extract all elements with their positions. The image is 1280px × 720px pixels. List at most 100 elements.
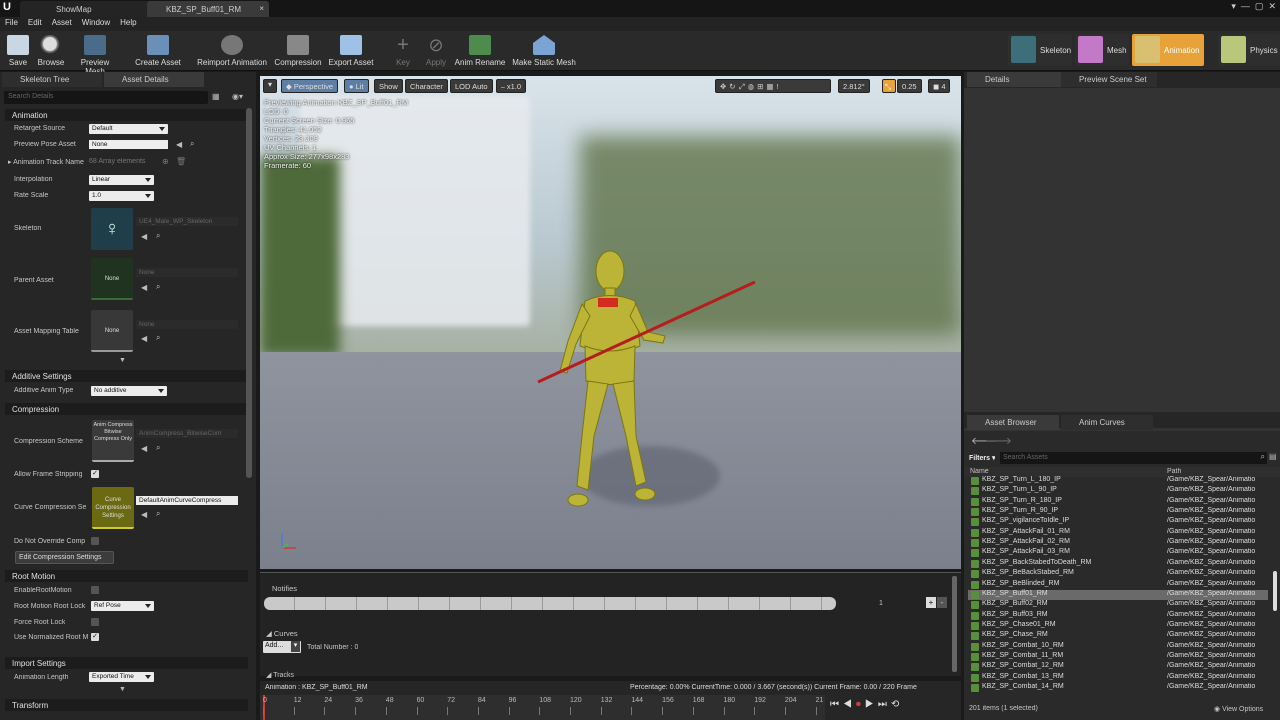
compression-scheme-thumbnail[interactable]: Anim Compress Bitwise Compress Only: [92, 420, 134, 462]
lit-button[interactable]: ● Lit: [344, 79, 369, 93]
arrow-left-icon[interactable]: ◀: [141, 334, 147, 343]
camera-speed-button[interactable]: ◼ 4: [928, 79, 951, 93]
asset-list-item[interactable]: KBZ_SP_Chase01_RM/Game/KBZ_Spear/Animati…: [968, 621, 1268, 631]
asset-list-item[interactable]: KBZ_SP_Buff02_RM/Game/KBZ_Spear/Animatio: [968, 600, 1268, 610]
transform-tools[interactable]: ✥↻⤢◍⊞▦!: [715, 79, 831, 93]
search-icon[interactable]: ⌕: [156, 282, 160, 292]
snap-value[interactable]: 0.25: [897, 79, 922, 93]
curve-compression-picker[interactable]: DefaultAnimCurveCompress: [136, 496, 238, 505]
timeline-scrollbar[interactable]: [952, 576, 957, 672]
section-import[interactable]: Import Settings: [5, 657, 248, 669]
section-additive[interactable]: Additive Settings: [5, 370, 248, 382]
scrub-bar[interactable]: 0 12 24 36 48 60 72 84 96 108 120 132 144 156 168 180 19…: [260, 695, 825, 720]
arrow-left-icon[interactable]: ◀: [141, 283, 147, 292]
first-frame-icon[interactable]: ⏮: [830, 699, 843, 710]
search-icon[interactable]: ⌕: [156, 333, 160, 343]
menu-asset[interactable]: Asset: [47, 17, 77, 28]
search-icon[interactable]: ⌕: [156, 231, 160, 241]
parent-asset-picker[interactable]: None: [136, 268, 238, 277]
eye-icon[interactable]: ◉▾: [232, 92, 243, 101]
asset-list-item[interactable]: KBZ_SP_Combat_11_RM/Game/KBZ_Spear/Anima…: [968, 652, 1268, 662]
retarget-source-dropdown[interactable]: Default: [89, 124, 168, 134]
enable-root-motion-checkbox[interactable]: [91, 586, 99, 594]
asset-list-item[interactable]: KBZ_SP_Turn_L_180_IP/Game/KBZ_Spear/Anim…: [968, 476, 1268, 486]
tab-animation-editor[interactable]: KBZ_SP_Buff01_RM ×: [147, 1, 269, 17]
viewport-menu-button[interactable]: ▾: [263, 79, 277, 93]
filters-button[interactable]: Filters ▾: [969, 454, 995, 462]
mapping-table-picker[interactable]: None: [136, 320, 238, 329]
close-icon[interactable]: ×: [259, 4, 264, 13]
asset-list-scrollbar[interactable]: [1273, 571, 1277, 611]
show-button[interactable]: Show: [374, 79, 403, 93]
perspective-button[interactable]: ◆ Perspective: [281, 79, 339, 93]
compression-button[interactable]: Compression: [273, 33, 323, 67]
preview-pose-dropdown[interactable]: None: [89, 140, 168, 149]
notification-icon[interactable]: ▾: [1231, 1, 1236, 11]
asset-list-item[interactable]: KBZ_SP_AttackFail_02_RM/Game/KBZ_Spear/A…: [968, 538, 1268, 548]
normalized-root-checkbox[interactable]: ✓: [91, 633, 99, 641]
search-details-input[interactable]: Search Details: [4, 91, 208, 104]
character-button[interactable]: Character: [405, 79, 448, 93]
asset-list-item[interactable]: KBZ_SP_AttackFail_01_RM/Game/KBZ_Spear/A…: [968, 528, 1268, 538]
mode-skeleton[interactable]: Skeleton: [1008, 34, 1072, 66]
next-frame-icon[interactable]: ⏭: [878, 699, 891, 710]
view-options-button[interactable]: ◉ View Options: [1214, 705, 1263, 713]
mode-animation[interactable]: Animation: [1132, 34, 1204, 66]
key-button[interactable]: + Key: [390, 33, 416, 67]
asset-list-item[interactable]: KBZ_SP_Turn_R_90_IP/Game/KBZ_Spear/Anima…: [968, 507, 1268, 517]
lod-button[interactable]: LOD Auto: [450, 79, 493, 93]
loop-icon[interactable]: ⟲: [891, 699, 903, 710]
animation-length-dropdown[interactable]: Exported Time: [89, 672, 154, 682]
arrow-left-icon[interactable]: ◀: [141, 444, 147, 453]
expand-arrow-icon[interactable]: ▼: [119, 357, 126, 364]
viewport[interactable]: ▾ ◆ Perspective ● Lit Show Character LOD…: [260, 76, 961, 569]
expand-arrow-icon[interactable]: ▼: [119, 686, 126, 693]
rate-scale-input[interactable]: 1.0: [89, 191, 154, 201]
minimize-icon[interactable]: —: [1241, 1, 1250, 11]
edit-compression-button[interactable]: Edit Compression Settings: [15, 551, 114, 564]
asset-list-item[interactable]: KBZ_SP_Combat_10_RM/Game/KBZ_Spear/Anima…: [968, 642, 1268, 652]
remove-track-icon[interactable]: -: [937, 597, 947, 608]
asset-list-item[interactable]: KBZ_SP_BeBackStabed_RM/Game/KBZ_Spear/An…: [968, 569, 1268, 579]
add-icon[interactable]: ⊕: [162, 157, 169, 166]
tab-preview-scene[interactable]: Preview Scene Set: [1061, 72, 1157, 87]
column-name[interactable]: Name: [970, 468, 989, 475]
search-icon[interactable]: ⌕: [156, 509, 160, 519]
tab-skeleton-tree[interactable]: Skeleton Tree: [2, 72, 102, 87]
menu-help[interactable]: Help: [115, 17, 141, 28]
asset-list-item[interactable]: KBZ_SP_Combat_13_RM/Game/KBZ_Spear/Anima…: [968, 673, 1268, 683]
section-transform[interactable]: Transform: [5, 699, 248, 711]
asset-list-item[interactable]: KBZ_SP_Buff03_RM/Game/KBZ_Spear/Animatio: [968, 611, 1268, 621]
forward-arrow-icon[interactable]: 🡒: [985, 435, 1012, 447]
asset-list-item[interactable]: KBZ_SP_Combat_14_RM/Game/KBZ_Spear/Anima…: [968, 683, 1268, 693]
add-curve-dropdown[interactable]: Add... ▾: [263, 641, 301, 653]
asset-list-item[interactable]: KBZ_SP_Combat_12_RM/Game/KBZ_Spear/Anima…: [968, 662, 1268, 672]
maximize-icon[interactable]: ▢: [1255, 1, 1264, 11]
mapping-table-thumbnail[interactable]: None: [91, 310, 133, 352]
frame-stripping-checkbox[interactable]: ✓: [91, 470, 99, 478]
asset-list-item[interactable]: KBZ_SP_vigilanceToIdle_IP/Game/KBZ_Spear…: [968, 517, 1268, 527]
mode-mesh[interactable]: Mesh: [1075, 34, 1129, 66]
create-asset-button[interactable]: Create Asset: [133, 33, 183, 67]
add-track-icon[interactable]: +: [926, 597, 936, 608]
arrow-left-icon[interactable]: ◀: [141, 232, 147, 241]
scrollbar[interactable]: [246, 108, 252, 478]
asset-list-item[interactable]: KBZ_SP_Buff01_RM/Game/KBZ_Spear/Animatio: [968, 589, 1268, 600]
parent-asset-thumbnail[interactable]: None: [91, 258, 133, 300]
mode-physics[interactable]: Physics: [1218, 34, 1280, 66]
menu-edit[interactable]: Edit: [23, 17, 47, 28]
skeleton-picker[interactable]: UE4_Male_WP_Skeleton: [136, 217, 238, 226]
tab-showmap[interactable]: ShowMap: [20, 1, 154, 17]
ue-logo-icon[interactable]: U: [3, 1, 15, 15]
root-lock-dropdown[interactable]: Ref Pose: [91, 601, 154, 611]
search-icon[interactable]: ⌕: [156, 443, 160, 453]
override-compression-checkbox[interactable]: [91, 537, 99, 545]
prev-frame-icon[interactable]: ◀: [843, 699, 856, 710]
asset-list-item[interactable]: KBZ_SP_Chase_RM/Game/KBZ_Spear/Animatio: [968, 631, 1268, 641]
menu-window[interactable]: Window: [77, 17, 115, 28]
trash-icon[interactable]: 🗑: [176, 157, 186, 166]
snap-icon[interactable]: ⤡: [882, 79, 896, 93]
asset-list-item[interactable]: KBZ_SP_BackStabedToDeath_RM/Game/KBZ_Spe…: [968, 559, 1268, 569]
additive-type-dropdown[interactable]: No additive: [91, 386, 167, 396]
record-icon[interactable]: ⏺: [856, 699, 865, 710]
